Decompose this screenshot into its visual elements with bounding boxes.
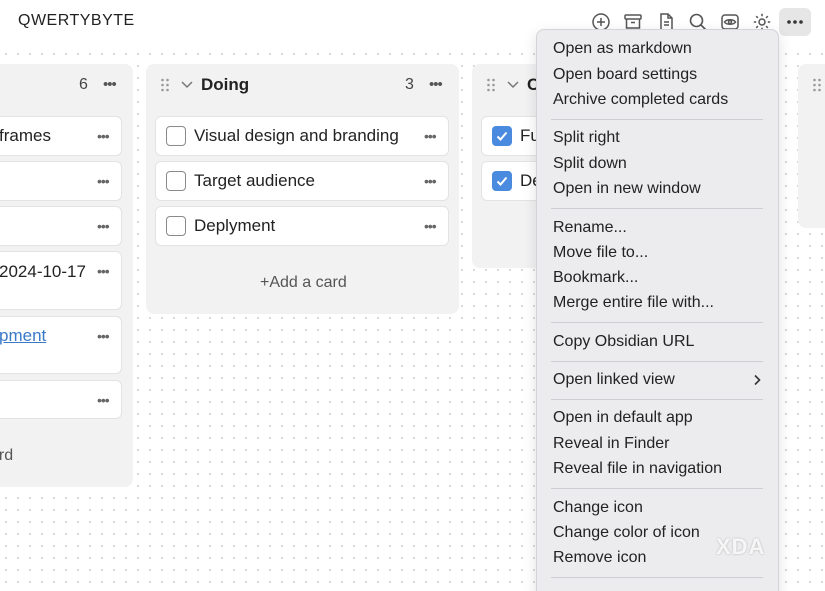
menu-item-bookmark[interactable]: Bookmark... [553, 267, 638, 289]
more-icon[interactable] [779, 8, 811, 36]
menu-separator [551, 361, 763, 362]
chevron-down-icon[interactable] [180, 77, 194, 91]
card-link[interactable]: pment [0, 326, 46, 346]
card-more-icon[interactable]: ••• [97, 392, 110, 408]
card[interactable]: pment ••• [0, 316, 122, 374]
lane-header: Doing 3 ••• [146, 64, 459, 106]
menu-separator [551, 488, 763, 489]
watermark-logo: XDA [716, 534, 766, 559]
card-checkbox[interactable] [166, 126, 186, 146]
menu-item-rename[interactable]: Rename... [553, 217, 627, 239]
card-date: 2024-10-17 [0, 262, 86, 281]
drag-handle-icon[interactable] [812, 77, 822, 93]
menu-item-open-linked-view[interactable]: Open linked view [553, 369, 763, 391]
app-title: QWERTYBYTE [18, 12, 135, 29]
check-icon [496, 176, 508, 186]
card-checkbox[interactable] [166, 216, 186, 236]
add-card-button[interactable]: +Add a card [260, 274, 347, 292]
menu-item-change-color-of-icon[interactable]: Change color of icon [553, 522, 700, 544]
menu-item-archive-completed-cards[interactable]: Archive completed cards [553, 89, 728, 111]
menu-item-open-as-markdown[interactable]: Open as markdown [553, 38, 692, 60]
lane-count: 3 [405, 76, 414, 93]
lane-header: 6 ••• [0, 64, 133, 106]
card-more-icon[interactable]: ••• [97, 173, 110, 189]
lane-more-icon[interactable]: ••• [429, 76, 443, 93]
menu-item-split-right[interactable]: Split right [553, 127, 620, 149]
menu-item-remove-icon[interactable]: Remove icon [553, 547, 646, 569]
drag-handle-icon[interactable] [160, 77, 170, 93]
card[interactable]: 2024-10-17 ••• [0, 251, 122, 310]
lane-next [798, 64, 825, 228]
card-more-icon[interactable]: ••• [424, 173, 437, 189]
menu-item-open-board-settings[interactable]: Open board settings [553, 64, 697, 86]
card-text: Deplyment [194, 216, 276, 235]
lane-more-icon[interactable]: ••• [103, 76, 117, 93]
card[interactable]: ••• [0, 380, 122, 419]
menu-item-split-down[interactable]: Split down [553, 153, 627, 175]
menu-item-reveal-in-finder[interactable]: Reveal in Finder [553, 433, 670, 455]
lane-doing: Doing 3 ••• Visual design and branding •… [146, 64, 459, 314]
menu-separator [551, 399, 763, 400]
menu-item-merge-entire-file[interactable]: Merge entire file with... [553, 292, 714, 314]
menu-item-open-in-new-window[interactable]: Open in new window [553, 178, 701, 200]
card[interactable]: Target audience ••• [155, 161, 449, 201]
menu-item-copy-obsidian-url[interactable]: Copy Obsidian URL [553, 331, 694, 353]
more-options-menu: Open as markdown Open board settings Arc… [536, 29, 779, 591]
chevron-right-icon [754, 374, 761, 386]
lane-count: 6 [79, 76, 88, 93]
menu-separator [551, 322, 763, 323]
card-more-icon[interactable]: ••• [97, 263, 110, 279]
card[interactable]: frames ••• [0, 116, 122, 156]
card-more-icon[interactable]: ••• [97, 128, 110, 144]
chevron-down-icon[interactable] [506, 77, 520, 91]
card-text: Target audience [194, 171, 315, 190]
card[interactable]: Visual design and branding ••• [155, 116, 449, 156]
check-icon [496, 131, 508, 141]
lane-title: Doing [201, 75, 250, 94]
card[interactable]: Deplyment ••• [155, 206, 449, 246]
card-checkbox-checked[interactable] [492, 171, 512, 191]
menu-item-change-icon[interactable]: Change icon [553, 497, 643, 519]
menu-item-move-file-to[interactable]: Move file to... [553, 242, 648, 264]
add-card-button[interactable]: ard [0, 447, 13, 465]
card-more-icon[interactable]: ••• [424, 218, 437, 234]
menu-separator [551, 119, 763, 120]
card-more-icon[interactable]: ••• [424, 128, 437, 144]
menu-item-open-in-default-app[interactable]: Open in default app [553, 407, 693, 429]
menu-separator [551, 208, 763, 209]
menu-item-label: Open linked view [553, 371, 675, 388]
card[interactable]: ••• [0, 161, 122, 201]
card-checkbox[interactable] [166, 171, 186, 191]
card-more-icon[interactable]: ••• [97, 218, 110, 234]
menu-item-reveal-file-in-navigation[interactable]: Reveal file in navigation [553, 458, 722, 480]
lane-todo: 6 ••• frames ••• ••• ••• 2024-10-17 ••• … [0, 64, 133, 487]
card-text: Visual design and branding [194, 126, 399, 145]
card[interactable]: ••• [0, 206, 122, 246]
card-checkbox-checked[interactable] [492, 126, 512, 146]
drag-handle-icon[interactable] [486, 77, 496, 93]
card-text: frames [0, 126, 51, 145]
menu-separator [551, 577, 763, 578]
card-more-icon[interactable]: ••• [97, 328, 110, 344]
